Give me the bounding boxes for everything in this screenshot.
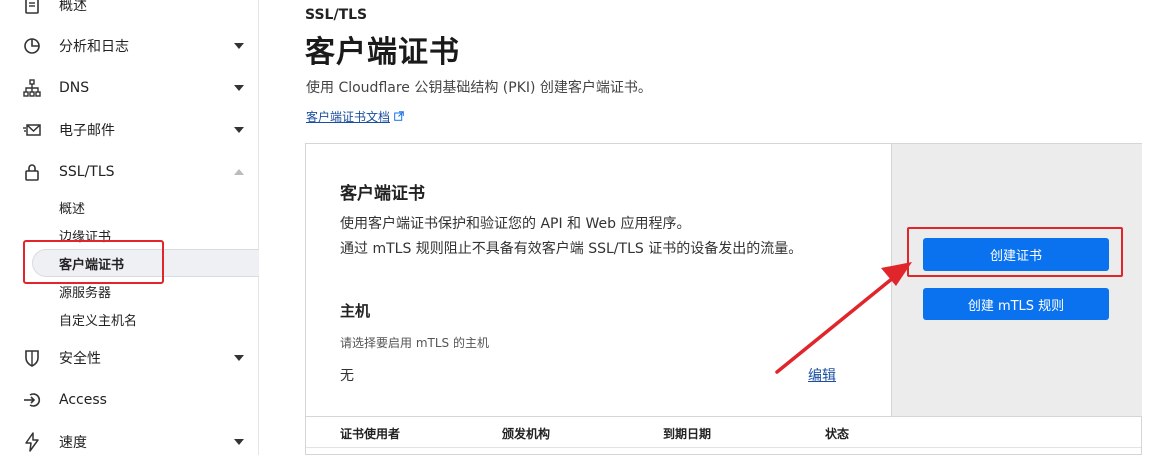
annotation-arrow xyxy=(775,262,912,374)
